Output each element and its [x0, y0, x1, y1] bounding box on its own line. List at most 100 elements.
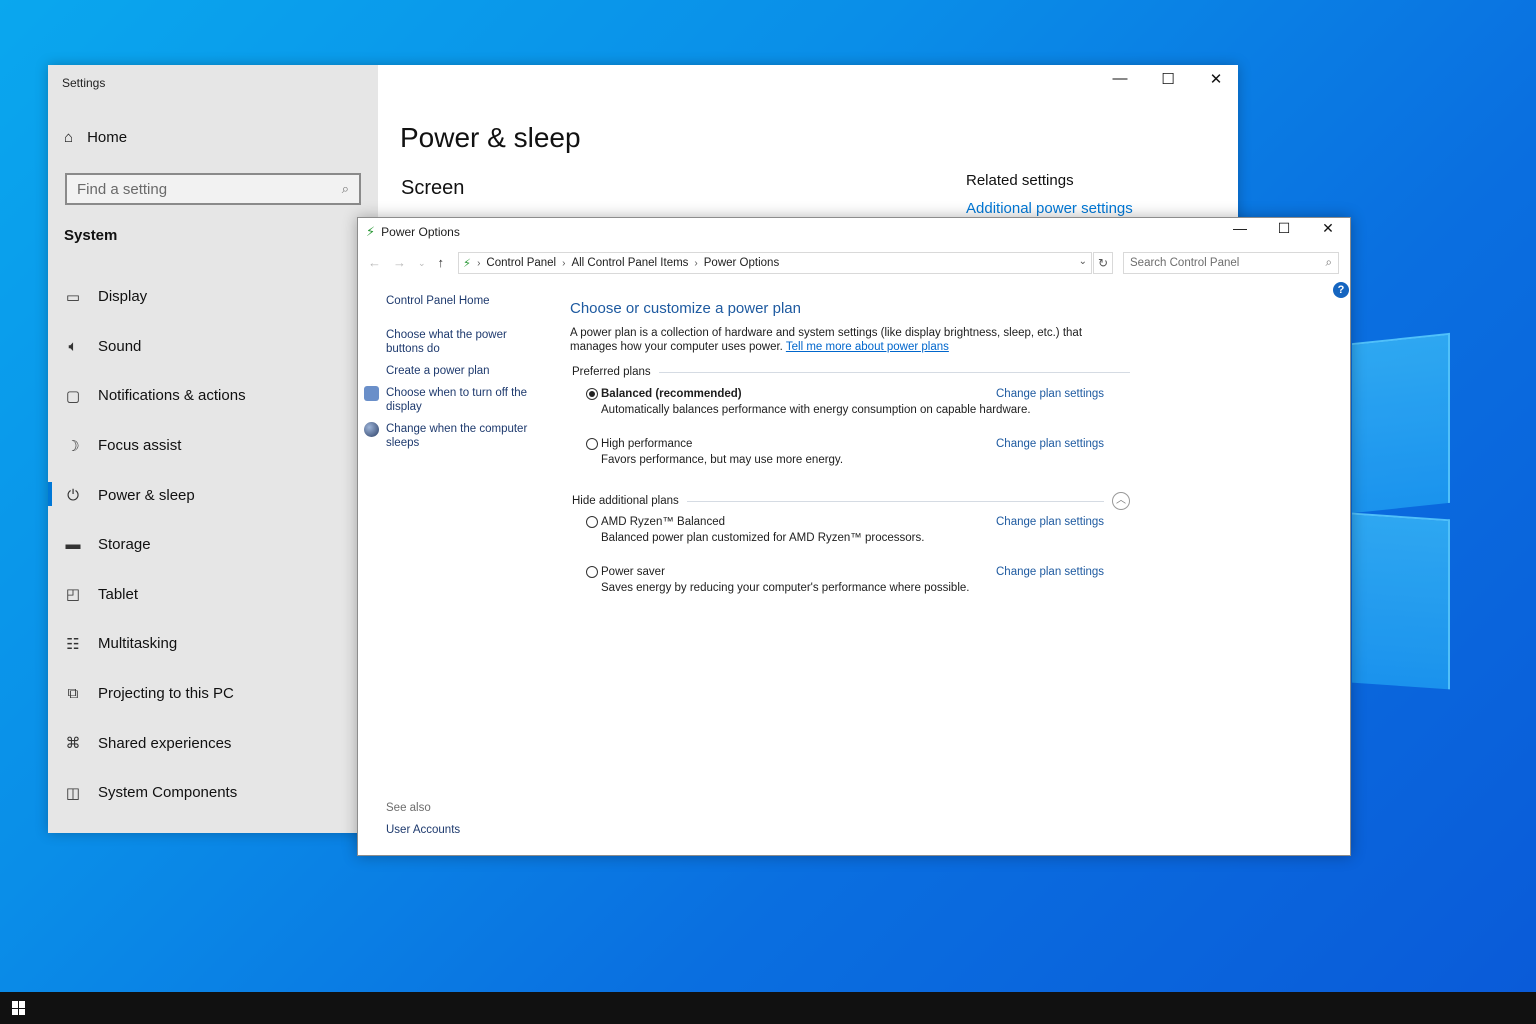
change-plan-settings-link[interactable]: Change plan settings	[996, 516, 1104, 528]
plan-high-performance: High performance Favors performance, but…	[586, 438, 1130, 478]
projecting-icon: ⧉	[67, 685, 79, 703]
maximize-button[interactable]: ☐	[1262, 220, 1306, 237]
link-label: Choose when to turn off the display	[386, 387, 528, 413]
search-icon: ⌕	[1325, 256, 1332, 269]
help-button[interactable]: ?	[1333, 282, 1349, 298]
sidebar-item-notifications[interactable]: ▢ Notifications & actions	[48, 371, 378, 421]
change-plan-settings-link[interactable]: Change plan settings	[996, 566, 1104, 578]
monitor-icon: ▭	[65, 288, 81, 306]
nav-label: Multitasking	[98, 635, 178, 653]
control-panel-icon: ⚡	[463, 258, 472, 270]
sidebar-item-shared-experiences[interactable]: ⌘ Shared experiences	[48, 718, 378, 768]
sidebar-item-projecting[interactable]: ⧉ Projecting to this PC	[48, 669, 378, 719]
plan-name: High performance	[601, 438, 693, 450]
group-label: Preferred plans	[572, 366, 651, 378]
find-setting-input[interactable]: Find a setting ⌕	[65, 173, 361, 205]
power-options-window: ⚡ Power Options — ☐ ✕ ← → ⌄ ↑ ⚡ › Contro…	[357, 217, 1351, 856]
breadcrumb-item[interactable]: Control Panel	[486, 257, 556, 269]
sidebar-item-system-components[interactable]: ◫ System Components	[48, 768, 378, 818]
sidebar-item-multitasking[interactable]: ☷ Multitasking	[48, 619, 378, 669]
main-content: Choose or customize a power plan A power…	[570, 300, 1130, 606]
breadcrumb-item[interactable]: All Control Panel Items	[571, 257, 688, 269]
components-icon: ◫	[65, 784, 81, 802]
windows-logo-icon	[19, 1008, 25, 1015]
nav-label: Focus assist	[98, 437, 182, 455]
description: A power plan is a collection of hardware…	[570, 326, 1130, 354]
nav-label: Sound	[98, 337, 142, 355]
plan-name: AMD Ryzen™ Balanced	[601, 516, 725, 528]
change-plan-settings-link[interactable]: Change plan settings	[996, 438, 1104, 450]
user-accounts-link[interactable]: User Accounts	[386, 824, 460, 836]
section-label: System	[64, 227, 118, 244]
plan-description: Automatically balances performance with …	[601, 404, 1031, 416]
sidebar-item-focus-assist[interactable]: ☽ Focus assist	[48, 421, 378, 471]
close-button[interactable]: ✕	[1192, 70, 1240, 88]
additional-plans-group: Hide additional plans ︿	[572, 492, 1130, 510]
window-controls: — ☐ ✕	[1218, 220, 1350, 237]
sidebar-item-display[interactable]: ▭ Display	[48, 272, 378, 322]
chevron-down-icon[interactable]: ⌄	[1079, 256, 1087, 267]
nav-label: Display	[98, 288, 148, 306]
back-button[interactable]: ←	[368, 255, 381, 271]
computer-sleeps-link[interactable]: Change when the computer sleeps	[364, 422, 546, 450]
search-placeholder: Search Control Panel	[1130, 257, 1240, 269]
address-bar[interactable]: ⚡ › Control Panel › All Control Panel It…	[458, 252, 1092, 274]
maximize-button[interactable]: ☐	[1144, 70, 1192, 88]
plan-radio[interactable]	[586, 388, 598, 400]
learn-more-link[interactable]: Tell me more about power plans	[786, 341, 949, 353]
storage-icon: ▬	[65, 536, 81, 554]
start-button[interactable]	[12, 1001, 26, 1015]
sidebar-home[interactable]: ⌂ Home	[64, 129, 127, 146]
turn-off-display-link[interactable]: Choose when to turn off the display	[364, 386, 546, 414]
search-icon: ⌕	[341, 181, 349, 196]
plan-amd-ryzen-balanced: AMD Ryzen™ Balanced Balanced power plan …	[586, 516, 1130, 556]
home-icon: ⌂	[64, 129, 74, 146]
notification-icon: ▢	[65, 387, 81, 405]
divider	[658, 371, 1130, 373]
nav-label: Notifications & actions	[98, 387, 246, 405]
divider	[686, 500, 1104, 502]
search-placeholder: Find a setting	[77, 180, 168, 198]
display-clock-icon	[364, 386, 379, 401]
search-control-panel-input[interactable]: Search Control Panel ⌕	[1123, 252, 1339, 274]
recent-dropdown[interactable]: ⌄	[418, 255, 426, 271]
breadcrumb-item[interactable]: Power Options	[704, 257, 779, 269]
nav-label: Projecting to this PC	[98, 685, 234, 703]
taskbar	[0, 992, 1536, 1024]
power-buttons-link[interactable]: Choose what the power buttons do	[386, 328, 546, 356]
up-button[interactable]: ↑	[438, 255, 445, 271]
create-plan-link[interactable]: Create a power plan	[386, 364, 546, 378]
plan-name: Balanced (recommended)	[601, 388, 742, 400]
sidebar-item-tablet[interactable]: ◰ Tablet	[48, 570, 378, 620]
group-label[interactable]: Hide additional plans	[572, 495, 679, 507]
tablet-icon: ◰	[65, 586, 81, 604]
additional-power-settings-link[interactable]: Additional power settings	[966, 200, 1133, 217]
title-bar: ⚡ Power Options	[366, 224, 460, 240]
preferred-plans-group: Preferred plans	[572, 366, 1130, 378]
change-plan-settings-link[interactable]: Change plan settings	[996, 388, 1104, 400]
control-panel-home-link[interactable]: Control Panel Home	[386, 294, 546, 308]
speaker-icon: 🔈︎	[68, 337, 78, 355]
plan-balanced: Balanced (recommended) Automatically bal…	[586, 388, 1130, 428]
sidebar-item-power-sleep[interactable]: ⏻ Power & sleep	[48, 470, 378, 520]
minimize-button[interactable]: —	[1096, 70, 1144, 88]
plan-description: Saves energy by reducing your computer's…	[601, 582, 970, 594]
chevron-right-icon: ›	[562, 257, 566, 269]
sidebar-item-storage[interactable]: ▬ Storage	[48, 520, 378, 570]
refresh-button[interactable]: ↻	[1093, 252, 1113, 274]
wallpaper-logo-pane	[1352, 332, 1450, 514]
plan-radio[interactable]	[586, 566, 598, 578]
close-button[interactable]: ✕	[1306, 220, 1350, 237]
windows-logo-icon	[12, 1001, 18, 1008]
minimize-button[interactable]: —	[1218, 220, 1262, 237]
settings-window-controls: — ☐ ✕	[1096, 70, 1240, 88]
plan-radio[interactable]	[586, 516, 598, 528]
forward-button[interactable]: →	[393, 255, 406, 271]
page-heading: Choose or customize a power plan	[570, 300, 801, 317]
sidebar-item-sound[interactable]: 🔈︎ Sound	[48, 322, 378, 372]
collapse-chevron-icon[interactable]: ︿	[1112, 492, 1130, 510]
windows-logo-icon	[12, 1008, 18, 1015]
plan-radio[interactable]	[586, 438, 598, 450]
chevron-right-icon: ›	[477, 257, 481, 269]
chevron-right-icon: ›	[694, 257, 698, 269]
